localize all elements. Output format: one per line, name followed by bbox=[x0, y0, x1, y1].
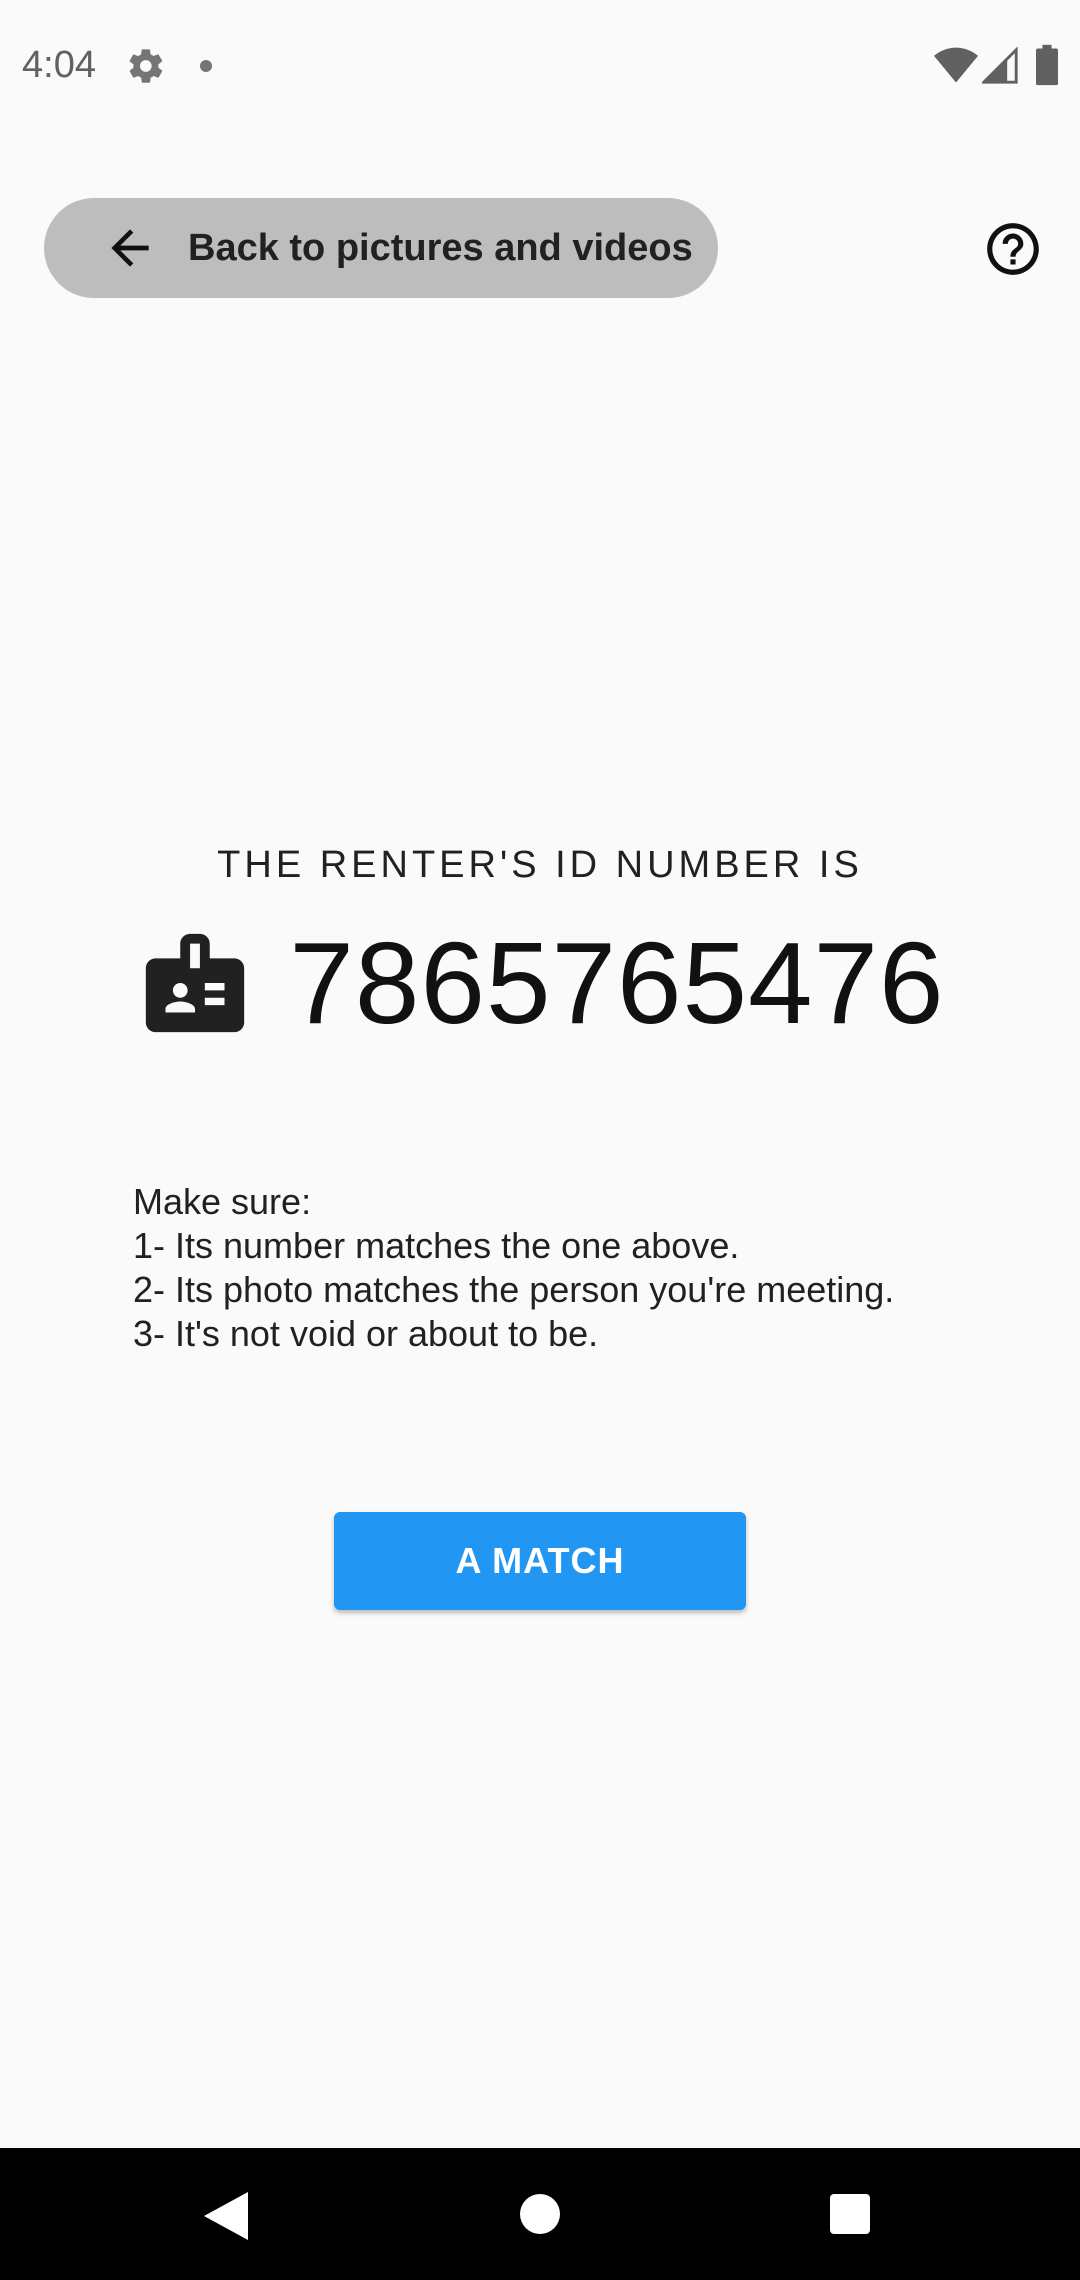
instruction-line: 2- Its photo matches the person you're m… bbox=[133, 1269, 895, 1310]
arrow-left-icon bbox=[111, 229, 149, 267]
status-time: 4:04 bbox=[22, 44, 96, 86]
match-button[interactable]: A MATCH bbox=[334, 1512, 746, 1610]
instruction-line: 1- Its number matches the one above. bbox=[133, 1225, 740, 1266]
navigation-bar bbox=[0, 2148, 1080, 2280]
nav-back-icon[interactable] bbox=[204, 2192, 248, 2240]
signal-icon bbox=[982, 46, 1018, 84]
instructions: Make sure: 1- Its number matches the one… bbox=[133, 1180, 1033, 1356]
nav-recents-icon[interactable] bbox=[830, 2194, 870, 2234]
id-heading: THE RENTER'S ID NUMBER IS bbox=[217, 844, 863, 886]
instruction-line: Make sure: bbox=[133, 1181, 312, 1222]
status-bar: 4:04 bbox=[0, 0, 1080, 130]
id-number: 7865765476 bbox=[289, 918, 945, 1048]
nav-home-icon[interactable] bbox=[520, 2194, 560, 2234]
instruction-line: 3- It's not void or about to be. bbox=[133, 1313, 599, 1354]
notification-dot-icon bbox=[200, 60, 212, 72]
help-circle-icon[interactable] bbox=[982, 218, 1044, 280]
wifi-icon bbox=[934, 47, 978, 83]
battery-icon bbox=[1036, 44, 1058, 86]
id-badge-icon bbox=[146, 933, 245, 1033]
back-button[interactable]: Back to pictures and videos bbox=[44, 198, 718, 298]
back-button-label: Back to pictures and videos bbox=[188, 226, 693, 269]
gear-icon bbox=[129, 49, 163, 83]
id-number-row: 7865765476 bbox=[0, 918, 1080, 1048]
screen: 4:04 Back to pictures and videos THE REN… bbox=[0, 0, 1080, 2280]
